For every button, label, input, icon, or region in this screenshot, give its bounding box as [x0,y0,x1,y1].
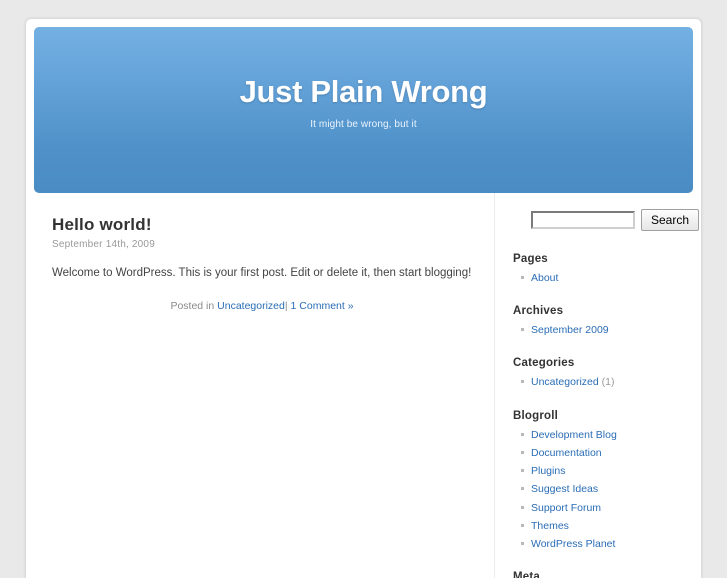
post-meta: Posted in Uncategorized| 1 Comment » [52,300,472,312]
list-item: About [513,271,699,289]
sidebar-link[interactable]: Themes [531,520,569,532]
sidebar-link[interactable]: Plugins [531,465,565,477]
bullet-icon [521,523,524,527]
sidebar-link[interactable]: Support Forum [531,502,601,514]
widget-categories: Categories Uncategorized (1) [513,357,699,393]
post-date: September 14th, 2009 [52,239,155,250]
list-item: Documentation [513,446,699,464]
list-item: September 2009 [513,323,699,341]
widget-meta: Meta [513,571,699,578]
widget-title: Archives [513,305,564,318]
list-item: Uncategorized (1) [513,375,699,393]
list-item: Themes [513,519,699,537]
sidebar-link[interactable]: Uncategorized [531,376,599,388]
post-comments-link[interactable]: 1 Comment » [291,300,354,312]
list-item: Suggest Ideas [513,482,699,500]
post-meta-prefix: Posted in [170,300,215,313]
widget-pages: Pages About [513,253,699,289]
sidebar-link[interactable]: Development Blog [531,429,617,441]
bullet-icon [521,432,524,436]
category-count: (1) [601,376,615,389]
bullet-icon [521,487,524,491]
sidebar-link[interactable]: About [531,272,558,284]
bullet-icon [521,450,524,454]
widget-title: Categories [513,357,575,370]
widget-list: Uncategorized (1) [513,375,699,393]
widget-list: September 2009 [513,323,699,341]
widget-list: Development Blog Documentation Plugins S… [513,428,699,556]
sidebar-link[interactable]: Documentation [531,447,602,459]
post-meta-separator: | [284,300,288,313]
bullet-icon [521,469,524,473]
search-form: Search [513,209,700,231]
sidebar-link[interactable]: Suggest Ideas [531,483,598,495]
widget-archives: Archives September 2009 [513,305,699,341]
list-item: Development Blog [513,428,699,446]
bullet-icon [521,380,524,384]
widget-title: Pages [513,253,548,265]
site-header: Just Plain Wrong It might be wrong, but … [34,27,693,193]
sidebar: Search Pages About Archives September 20… [494,193,701,578]
widget-blogroll: Blogroll Development Blog Documentation … [513,410,699,556]
post-category-link[interactable]: Uncategorized [217,300,285,312]
main-columns: Hello world! September 14th, 2009 Welcom… [26,193,701,578]
sidebar-link[interactable]: WordPress Planet [531,538,615,550]
bullet-icon [521,276,524,279]
content-column: Hello world! September 14th, 2009 Welcom… [34,193,494,578]
list-item: WordPress Planet [513,537,699,555]
post-title[interactable]: Hello world! [52,215,472,235]
post-body-text: Welcome to WordPress. This is your first… [52,267,472,279]
site-title[interactable]: Just Plain Wrong [34,27,693,109]
post-article: Hello world! September 14th, 2009 Welcom… [52,215,472,312]
page-container: Just Plain Wrong It might be wrong, but … [25,18,702,578]
bullet-icon [521,328,524,332]
widget-list: About [513,271,699,289]
list-item: Support Forum [513,501,699,519]
search-button[interactable]: Search [641,209,700,231]
list-item: Plugins [513,464,699,482]
widget-title: Blogroll [513,409,559,422]
widget-title: Meta [513,571,541,578]
site-description: It might be wrong, but it [310,119,417,131]
search-input[interactable] [531,211,635,229]
bullet-icon [521,505,524,509]
sidebar-link[interactable]: September 2009 [531,324,609,336]
